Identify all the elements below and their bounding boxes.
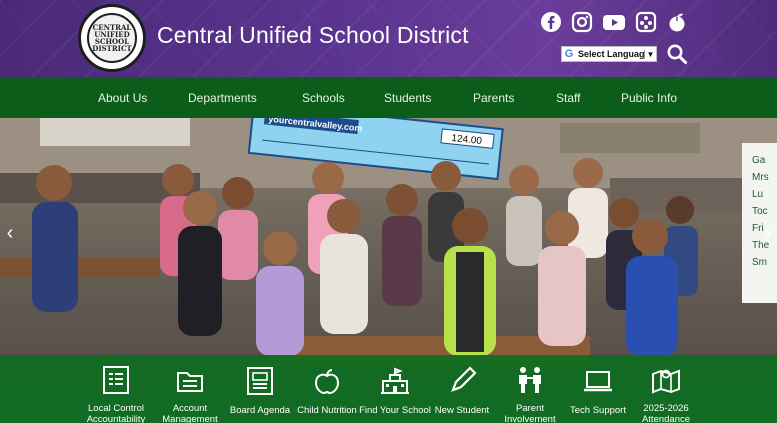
apple-icon [311, 365, 343, 397]
map-icon [650, 365, 682, 395]
chevron-down-icon: ▼ [644, 49, 656, 59]
search-icon[interactable] [666, 43, 688, 65]
peachjar-icon[interactable] [665, 10, 689, 34]
quicklink-label: 2025-2026 Attendance [641, 403, 691, 423]
language-select[interactable]: G Select Language ▼ [561, 46, 657, 62]
facebook-icon[interactable] [539, 10, 563, 34]
agenda-icon [244, 365, 276, 397]
report-icon [100, 365, 132, 395]
instagram-icon[interactable] [570, 10, 594, 34]
nav-public-info[interactable]: Public Info [621, 77, 677, 118]
board-line-0: Ga [752, 155, 766, 166]
main-navigation: About Us Departments Schools Students Pa… [0, 77, 777, 118]
school-icon [379, 365, 411, 397]
nav-departments[interactable]: Departments [188, 77, 257, 118]
quicklink-child-nutrition[interactable]: Child Nutrition [289, 355, 365, 423]
pencil-icon [446, 365, 478, 397]
nav-schools[interactable]: Schools [302, 77, 345, 118]
quicklink-new-student[interactable]: New Student [424, 355, 500, 423]
site-header: CENTRAL UNIFIED SCHOOL DISTRICT Central … [0, 0, 777, 77]
quicklink-account-management[interactable]: Account Management [152, 355, 228, 423]
district-seal-logo[interactable]: CENTRAL UNIFIED SCHOOL DISTRICT [78, 4, 146, 72]
carousel-next-button[interactable]: › [760, 221, 776, 245]
board-line-1: Mrs [752, 172, 769, 183]
nav-staff[interactable]: Staff [556, 77, 580, 118]
quicklink-label: Account Management [162, 403, 218, 423]
seal-text: CENTRAL UNIFIED SCHOOL DISTRICT [92, 23, 132, 53]
quicklink-label: Local Control Accountability [86, 403, 146, 423]
board-line-3: Toc [752, 206, 768, 217]
quicklink-tech-support[interactable]: Tech Support [560, 355, 636, 423]
site-title[interactable]: Central Unified School District [157, 22, 469, 49]
district-seal-inner: CENTRAL UNIFIED SCHOOL DISTRICT [87, 13, 137, 63]
quicklink-local-control-accountability[interactable]: Local Control Accountability [78, 355, 154, 423]
board-line-6: Sm [752, 257, 767, 268]
board-line-2: Lu [752, 189, 763, 200]
laptop-icon [582, 365, 614, 397]
google-translate-icon: G [564, 48, 574, 60]
quicklink-2025-2026-attendance[interactable]: 2025-2026 Attendance [628, 355, 704, 423]
nav-parents[interactable]: Parents [473, 77, 514, 118]
nav-students[interactable]: Students [384, 77, 431, 118]
quicklink-parent-involvement[interactable]: Parent Involvement [492, 355, 568, 423]
language-select-label: Select Language [578, 49, 644, 59]
nav-about-us[interactable]: About Us [98, 77, 147, 118]
youtube-icon[interactable] [602, 10, 626, 34]
folder-icon [174, 365, 206, 395]
quick-links-bar: Local Control Accountability Account Man… [0, 355, 777, 423]
carousel-prev-button[interactable]: ‹ [2, 221, 18, 245]
parents-icon [514, 365, 546, 395]
app-icon[interactable] [634, 10, 658, 34]
